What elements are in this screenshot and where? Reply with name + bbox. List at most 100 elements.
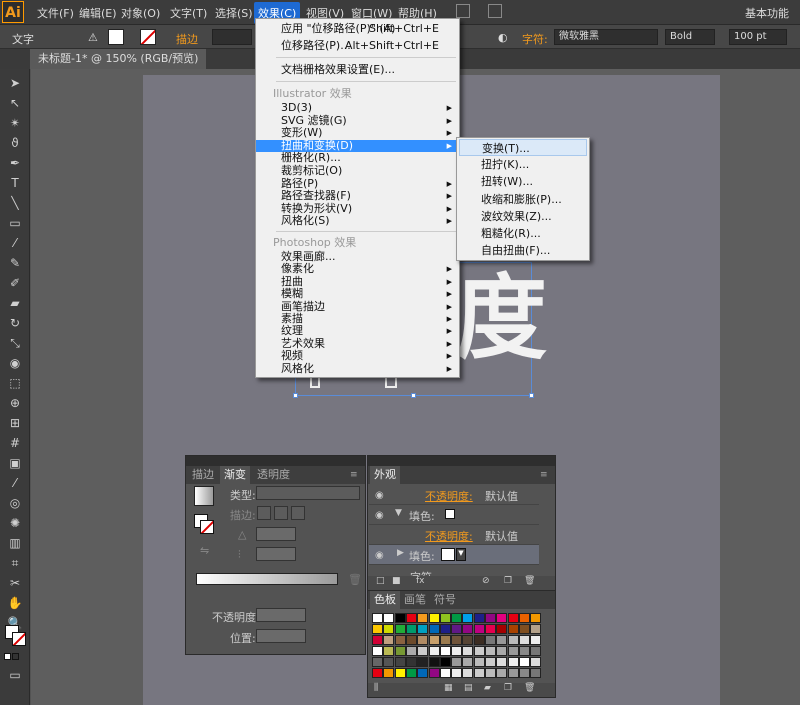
color-swatch[interactable] (530, 657, 542, 667)
color-swatch[interactable] (507, 624, 519, 634)
color-swatch[interactable] (518, 635, 530, 645)
color-swatch[interactable] (394, 668, 406, 678)
color-swatch[interactable] (518, 668, 530, 678)
opacity-link[interactable]: 不透明度: (425, 528, 473, 544)
color-swatch[interactable] (530, 668, 542, 678)
color-swatch[interactable] (439, 657, 451, 667)
color-swatch[interactable] (417, 657, 429, 667)
duplicate-item-icon[interactable]: ❐ (504, 576, 512, 586)
new-stroke-icon[interactable]: □ (376, 576, 385, 586)
bridge-icon[interactable] (456, 4, 470, 18)
color-swatch[interactable] (462, 613, 474, 623)
distort-submenu-item-0[interactable]: 变换(T)... (459, 139, 587, 156)
eraser-tool-icon[interactable]: ▰ (5, 295, 25, 311)
distort-submenu-item-6[interactable]: 自由扭曲(F)... (459, 242, 587, 259)
paintbrush-tool-icon[interactable]: ⁄ (5, 235, 25, 251)
canvas-text[interactable]: 度 (455, 273, 547, 365)
color-swatch[interactable] (507, 646, 519, 656)
color-swatch[interactable] (428, 668, 440, 678)
perspective-grid-tool-icon[interactable]: ⊞ (5, 415, 25, 431)
blob-brush-tool-icon[interactable]: ✐ (5, 275, 25, 291)
color-swatch[interactable] (473, 657, 485, 667)
menu-item-last-effect[interactable]: 位移路径(P)... Alt+Shift+Ctrl+E (256, 39, 459, 53)
menu-item-apply-last[interactable]: 应用 "位移路径(P)" (A) Shift+Ctrl+E (256, 22, 459, 36)
warp-tool-icon[interactable]: ◉ (5, 355, 25, 371)
fill-color-swatch[interactable] (445, 509, 455, 519)
color-swatch[interactable] (462, 624, 474, 634)
arrange-docs-icon[interactable] (488, 4, 502, 18)
menu-file[interactable]: 文件(F) (37, 5, 74, 21)
slice-tool-icon[interactable]: ✂ (5, 575, 25, 591)
gradient-stroke-icon[interactable] (200, 520, 214, 534)
color-swatch[interactable] (507, 635, 519, 645)
color-swatch[interactable] (372, 613, 383, 623)
color-swatch[interactable] (507, 613, 519, 623)
new-group-icon[interactable]: ▰ (484, 683, 491, 693)
color-swatch[interactable] (451, 613, 463, 623)
color-swatch[interactable] (439, 646, 451, 656)
color-swatch[interactable] (394, 613, 406, 623)
color-swatch[interactable] (518, 657, 530, 667)
screen-mode-icon[interactable]: ▭ (5, 667, 25, 683)
pencil-tool-icon[interactable]: ✎ (5, 255, 25, 271)
color-swatch[interactable] (383, 613, 395, 623)
appearance-row-selected[interactable]: ◉ ▶ 填色: ▼ (369, 545, 539, 565)
distort-submenu-item-4[interactable]: 波纹效果(Z)... (459, 208, 587, 225)
menu-select[interactable]: 选择(S) (215, 5, 253, 21)
pen-tool-icon[interactable]: ✒ (5, 155, 25, 171)
color-swatch[interactable] (451, 624, 463, 634)
color-swatch[interactable] (439, 668, 451, 678)
fill-swatch[interactable] (108, 29, 124, 45)
color-swatch[interactable] (372, 635, 383, 645)
selection-tool-icon[interactable]: ➤ (5, 75, 25, 91)
color-swatch[interactable] (462, 635, 474, 645)
eyedropper-tool-icon[interactable]: ⁄ (5, 475, 25, 491)
color-swatch[interactable] (372, 646, 383, 656)
color-swatch[interactable] (496, 624, 508, 634)
recolor-icon[interactable]: ◐ (498, 31, 508, 44)
opacity-link[interactable]: 不透明度: (425, 488, 473, 504)
workspace-switcher[interactable]: 基本功能 (745, 5, 789, 21)
gradient-slider[interactable] (196, 573, 338, 585)
illustrator-effect-item-9[interactable]: 风格化(S) ▶ (256, 215, 459, 228)
char-label[interactable]: 字符: (522, 31, 548, 47)
distort-submenu-item-5[interactable]: 粗糙化(R)... (459, 225, 587, 242)
tab-transparency[interactable]: 透明度 (253, 466, 294, 484)
menu-object[interactable]: 对象(O) (121, 5, 160, 21)
color-swatch[interactable] (428, 613, 440, 623)
color-swatch[interactable] (518, 624, 530, 634)
font-family-field[interactable]: 微软雅黑 (554, 29, 658, 45)
distort-submenu-item-1[interactable]: 扭拧(K)... (459, 156, 587, 173)
color-swatch[interactable] (518, 646, 530, 656)
color-swatch[interactable] (417, 668, 429, 678)
tab-appearance[interactable]: 外观 (370, 466, 400, 484)
menu-item-doc-raster[interactable]: 文档栅格效果设置(E)... (256, 63, 459, 77)
symbol-sprayer-tool-icon[interactable]: ✺ (5, 515, 25, 531)
color-swatch[interactable] (428, 646, 440, 656)
stroke-swatch[interactable] (140, 29, 156, 45)
color-swatch[interactable] (451, 668, 463, 678)
rotate-tool-icon[interactable]: ↻ (5, 315, 25, 331)
magic-wand-tool-icon[interactable]: ✴ (5, 115, 25, 131)
document-tab[interactable]: 未标题-1* @ 150% (RGB/预览) (30, 49, 207, 69)
artboard-tool-icon[interactable]: ⌗ (5, 555, 25, 571)
appearance-row[interactable]: 不透明度: 默认值 (369, 525, 539, 545)
gradient-mode-icon[interactable] (12, 653, 19, 660)
color-swatch[interactable] (485, 668, 496, 678)
panel-menu-icon[interactable]: ≡ (346, 466, 362, 484)
swatch-options-icon[interactable]: ▤ (464, 683, 473, 693)
color-swatch[interactable] (428, 635, 440, 645)
color-swatch[interactable] (451, 635, 463, 645)
tab-brushes[interactable]: 画笔 (400, 591, 430, 609)
color-swatch[interactable] (507, 668, 519, 678)
color-swatch[interactable] (394, 646, 406, 656)
color-swatch[interactable] (518, 613, 530, 623)
visibility-eye-icon[interactable]: ◉ (375, 510, 384, 521)
color-swatch[interactable] (496, 635, 508, 645)
color-swatch[interactable] (485, 613, 496, 623)
gradient-thumbnail[interactable] (194, 486, 214, 506)
tab-gradient[interactable]: 渐变 (220, 466, 250, 484)
show-kinds-icon[interactable]: ▦ (444, 683, 453, 693)
color-swatch[interactable] (530, 624, 542, 634)
color-swatch[interactable] (383, 635, 395, 645)
